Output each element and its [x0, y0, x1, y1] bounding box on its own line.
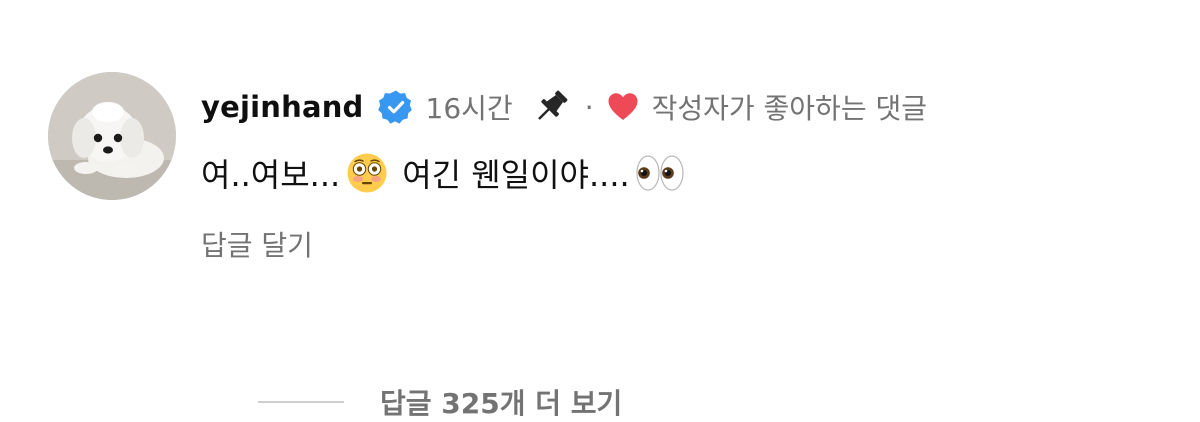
pin-icon [529, 85, 573, 129]
comment-text-part2: 여긴 웬일이야.... [402, 156, 630, 194]
username-link[interactable]: yejinhand [201, 90, 364, 124]
eyes-icon [634, 153, 686, 193]
verified-badge-icon [377, 89, 414, 125]
comment-time: 16시간 [425, 92, 513, 125]
avatar[interactable] [48, 72, 176, 200]
comment-text-part1: 여..여보... [201, 156, 341, 194]
divider-line [258, 401, 344, 403]
view-more-replies-label: 답글 325개 더 보기 [380, 387, 623, 420]
heart-icon [606, 90, 640, 124]
comment-meta: yejinhand 16시간 · 작성자가 좋아하는 댓글 [201, 85, 927, 129]
meta-separator: · [584, 90, 594, 124]
dog-avatar-image [48, 72, 176, 200]
comment-text: 여..여보... 여긴 웬일이야.... [201, 150, 686, 196]
liked-by-creator-label: 작성자가 좋아하는 댓글 [651, 92, 927, 125]
view-more-replies-button[interactable]: 답글 325개 더 보기 [258, 382, 622, 422]
flushed-face-icon [346, 152, 388, 194]
reply-button[interactable]: 답글 달기 [201, 224, 313, 264]
